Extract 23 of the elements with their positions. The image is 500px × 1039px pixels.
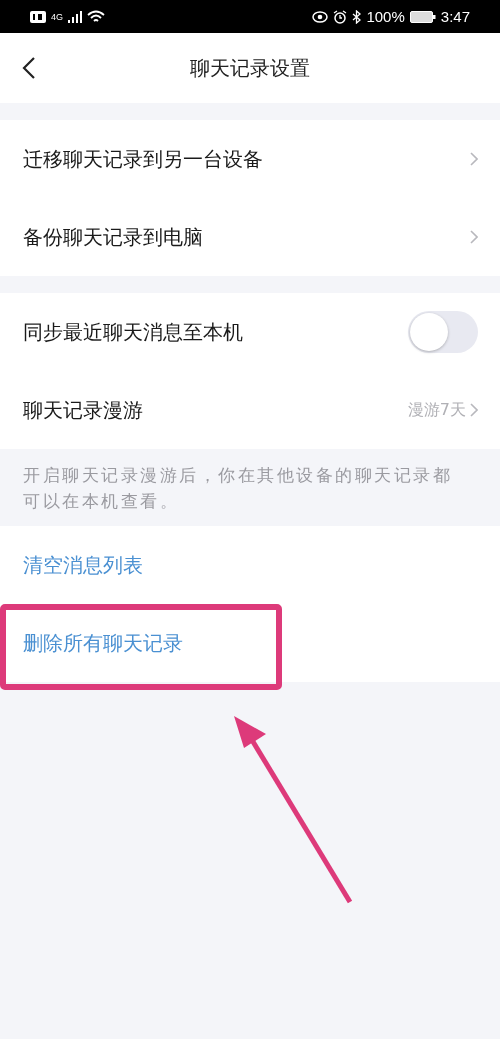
hd-icon [30, 10, 46, 23]
row-label[interactable]: 备份聊天记录到电脑 [23, 223, 203, 251]
battery-icon [409, 10, 436, 23]
battery-percent: 100% [366, 8, 405, 25]
row-value: 漫游7天 [407, 399, 466, 421]
action-link[interactable]: 清空消息列表 [23, 551, 143, 579]
note-text: 开启聊天记录漫游后，你在其他设备的聊天记录都可以在本机查看。 [22, 464, 453, 513]
chevron-icon [470, 152, 478, 166]
alarm-icon [333, 9, 348, 24]
row-label[interactable]: 聊天记录漫游 [23, 396, 143, 424]
bluetooth-icon [352, 9, 362, 24]
back-icon[interactable] [22, 56, 36, 80]
wifi-icon [87, 9, 105, 24]
toggle-switch[interactable] [408, 311, 478, 353]
row-label[interactable]: 同步最近聊天消息至本机 [23, 318, 243, 346]
signal-icon [68, 10, 82, 23]
clock-time: 3:47 [440, 8, 470, 25]
row-label[interactable]: 迁移聊天记录到另一台设备 [23, 145, 263, 173]
page-title: 聊天记录设置 [190, 54, 310, 82]
chevron-icon [470, 230, 478, 244]
network-label: 4G [51, 11, 63, 22]
eye-icon [312, 10, 329, 23]
chevron-icon [470, 403, 478, 417]
